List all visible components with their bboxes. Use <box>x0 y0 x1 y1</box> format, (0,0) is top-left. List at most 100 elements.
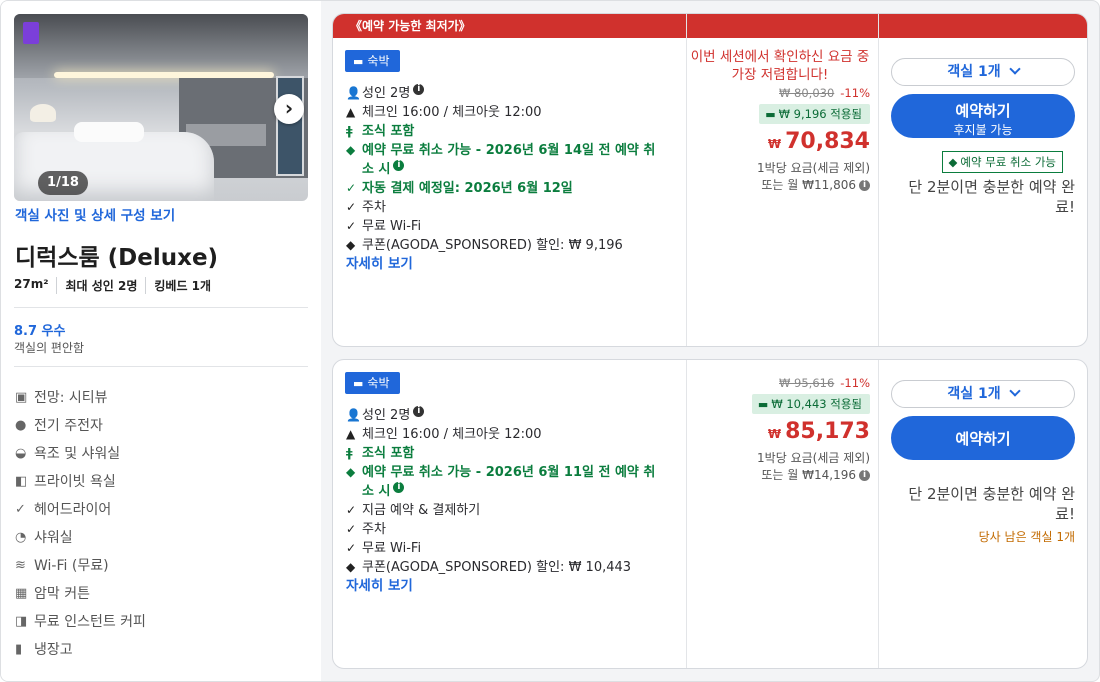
quick-booking-note: 단 2분이면 충분한 예약 완료! <box>908 178 1075 216</box>
monthly-installment: 또는 월 ₩14,196 <box>761 468 856 482</box>
room-photo[interactable]: 1/18 › <box>14 14 308 201</box>
more-details-link[interactable]: 자세히 보기 <box>346 255 413 274</box>
feature-item: ▣ 전망: 시티뷰 <box>15 389 108 407</box>
room-info-panel: 1/18 › 객실 사진 및 상세 구성 보기 디럭스룸 (Deluxe) 27… <box>1 1 321 681</box>
original-price: ₩ 80,030 <box>779 86 835 100</box>
curtain-icon: ▦ <box>15 585 28 601</box>
ticket-icon: ▬ <box>757 398 769 411</box>
guests-line: 👤 성인 2명 i <box>346 84 686 103</box>
tag-icon: ◆ <box>346 560 356 574</box>
shower-icon: ◔ <box>15 529 27 545</box>
ticket-icon: ▬ <box>765 108 776 121</box>
coupon-line: ◆ 쿠폰(AGODA_SPONSORED) 할인: ₩ 10,443 <box>346 560 632 575</box>
shield-check-icon: ◆ <box>346 143 356 157</box>
cutlery-icon: ǂ <box>346 446 353 460</box>
rooms-left-notice: 당사 남은 객실 1개 <box>978 530 1075 544</box>
info-icon[interactable]: i <box>393 160 405 171</box>
checkin-line: ▲ 체크인 16:00 / 체크아웃 12:00 <box>346 427 542 442</box>
checkin-line: ▲ 체크인 16:00 / 체크아웃 12:00 <box>346 105 542 120</box>
lowest-price-ribbon: 《예약 가능한 최저가》 <box>333 14 1087 38</box>
check-icon: ✓ <box>346 541 357 555</box>
breakfast-line: ǂ 조식 포함 <box>346 446 415 461</box>
shield-check-icon: ◆ <box>948 155 958 169</box>
discount-percent: -11% <box>840 86 870 100</box>
price-column: 이번 세션에서 확인하신 요금 중 가장 저렴합니다! ₩ 80,030 -11%… <box>680 48 870 194</box>
room-features-list: ▣ 전망: 시티뷰 ● 전기 주전자 ◒ 욕조 및 샤워실 ◧ 프라이빗 욕실 ✓ 헤어드… <box>15 383 309 663</box>
lowest-price-message: 이번 세션에서 확인하신 요금 중 가장 저렴합니다! <box>690 49 870 83</box>
checkin-icon: ▲ <box>346 105 356 119</box>
monthly-installment: 또는 월 ₩11,806 <box>761 178 856 192</box>
room-score-label: 객실의 편안함 <box>14 341 85 355</box>
feature-item: ● 전기 주전자 <box>15 417 103 435</box>
room-count-select[interactable]: 객실 1개 <box>891 58 1075 86</box>
info-icon[interactable]: i <box>859 470 870 481</box>
bed-type: 킹베드 1개 <box>145 277 219 294</box>
info-icon[interactable]: i <box>413 406 425 417</box>
wifi-line: ✓ 무료 Wi-Fi <box>346 219 422 234</box>
action-column: 객실 1개 예약하기 후지불 가능 ◆ 예약 무료 취소 가능 단 2분이면 충분한… <box>891 58 1075 217</box>
chevron-right-icon: › <box>284 96 294 120</box>
shield-check-icon: ◆ <box>346 465 356 479</box>
bathtub-icon: ◒ <box>15 445 27 461</box>
action-column: 객실 1개 예약하기 단 2분이면 충분한 예약 완료! 당사 남은 객실 1개 <box>891 380 1075 545</box>
quick-booking-note: 단 2분이면 충분한 예약 완료! <box>908 485 1075 523</box>
room-size: 27m² <box>14 277 49 291</box>
feature-item: ▦ 암막 커튼 <box>15 585 90 603</box>
free-cancel-line: ◆ 예약 무료 취소 가능 - 2026년 6월 11일 전 예약 취 <box>346 465 656 480</box>
feature-item: ◒ 욕조 및 샤워실 <box>15 445 121 463</box>
next-photo-button[interactable]: › <box>274 94 304 124</box>
check-icon: ✓ <box>346 503 357 517</box>
info-icon[interactable]: i <box>859 180 870 191</box>
feature-item: ≋ Wi-Fi (무료) <box>15 557 109 575</box>
view-icon: ▣ <box>15 389 28 405</box>
max-occupancy: 최대 성인 2명 <box>56 277 145 294</box>
room-offers-panel: 1/18 › 객실 사진 및 상세 구성 보기 디럭스룸 (Deluxe) 27… <box>0 0 1100 682</box>
free-cancel-line: ◆ 예약 무료 취소 가능 - 2026년 6월 14일 전 예약 취 <box>346 143 656 158</box>
photo-counter: 1/18 <box>38 171 88 195</box>
coffee-icon: ◨ <box>15 613 28 629</box>
bed-icon: ▬ <box>353 55 364 68</box>
offer-card: ▬ 숙박 👤 성인 2명 i ▲ 체크인 16:00 / 체크아웃 12:00 ǂ 조식 … <box>332 359 1088 669</box>
coupon-applied-chip: ▬ ₩ 9,196 적용됨 <box>759 104 870 124</box>
payment-line: ✓ 자동 결제 예정일: 2026년 6월 12일 <box>346 181 573 196</box>
original-price-row: ₩ 80,030 -11% <box>680 86 870 100</box>
original-price-row: ₩ 95,616 -11% <box>680 376 870 390</box>
chevron-down-icon <box>1008 63 1021 75</box>
fridge-icon: ▮ <box>15 641 23 657</box>
room-title: 디럭스룸 (Deluxe) <box>15 245 219 271</box>
payment-line: ✓ 지금 예약 & 결제하기 <box>346 503 481 518</box>
room-photos-link[interactable]: 객실 사진 및 상세 구성 보기 <box>15 204 175 224</box>
check-icon: ✓ <box>346 181 357 195</box>
divider <box>14 366 308 367</box>
per-night-label: 1박당 요금(세금 제외) 또는 월 ₩11,806 i <box>757 161 870 192</box>
coupon-line: ◆ 쿠폰(AGODA_SPONSORED) 할인: ₩ 9,196 <box>346 238 623 253</box>
book-button[interactable]: 예약하기 <box>891 416 1075 460</box>
person-icon: 👤 <box>346 86 361 100</box>
parking-line: ✓ 주차 <box>346 522 386 537</box>
divider <box>14 307 308 308</box>
feature-item: ◨ 무료 인스턴트 커피 <box>15 613 146 631</box>
bookmark-badge <box>23 22 39 44</box>
check-icon: ✓ <box>346 522 357 536</box>
check-icon: ✓ <box>346 219 357 233</box>
feature-item: ✓ 헤어드라이어 <box>15 501 112 519</box>
stay-type-badge: ▬ 숙박 <box>345 372 400 394</box>
parking-line: ✓ 주차 <box>346 200 386 215</box>
chevron-down-icon <box>1008 385 1021 397</box>
final-price: ₩85,173 <box>767 419 870 444</box>
person-icon: 👤 <box>346 408 361 422</box>
coupon-applied-chip: ▬ ₩ 10,443 적용됨 <box>751 394 870 414</box>
checkin-icon: ▲ <box>346 427 356 441</box>
room-count-select[interactable]: 객실 1개 <box>891 380 1075 408</box>
offer-features: 👤 성인 2명 i ▲ 체크인 16:00 / 체크아웃 12:00 ǂ 조식 포함 ◆… <box>346 406 686 596</box>
cutlery-icon: ǂ <box>346 124 353 138</box>
tag-icon: ◆ <box>346 238 356 252</box>
book-button[interactable]: 예약하기 후지불 가능 <box>891 94 1075 138</box>
more-details-link[interactable]: 자세히 보기 <box>346 577 413 596</box>
feature-item: ◔ 샤워실 <box>15 529 73 547</box>
info-icon[interactable]: i <box>413 84 425 95</box>
info-icon[interactable]: i <box>393 482 405 493</box>
check-icon: ✓ <box>346 200 357 214</box>
offer-card: 《예약 가능한 최저가》 ▬ 숙박 👤 성인 2명 i ▲ 체크인 16:00 / 체크… <box>332 13 1088 347</box>
room-score: 8.7 우수 <box>14 324 66 339</box>
